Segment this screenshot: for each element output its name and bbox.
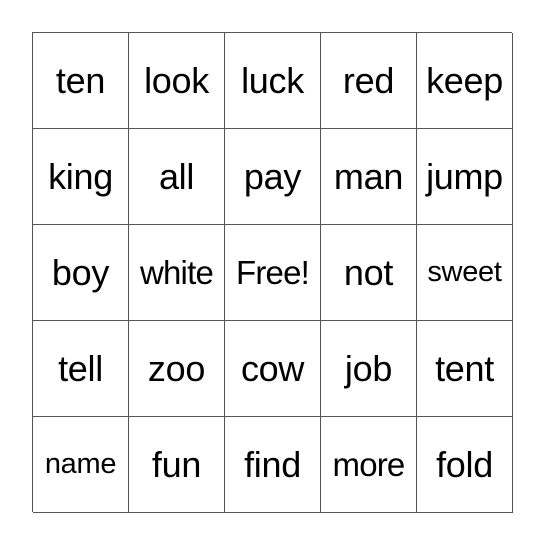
bingo-cell[interactable]: look — [129, 33, 225, 129]
bingo-cell[interactable]: jump — [417, 129, 513, 225]
bingo-cell[interactable]: boy — [33, 225, 129, 321]
bingo-cell[interactable]: red — [321, 33, 417, 129]
bingo-cell[interactable]: tent — [417, 321, 513, 417]
bingo-cell[interactable]: man — [321, 129, 417, 225]
bingo-cell[interactable]: name — [33, 417, 129, 513]
bingo-cell[interactable]: ten — [33, 33, 129, 129]
bingo-cell[interactable]: not — [321, 225, 417, 321]
bingo-cell[interactable]: find — [225, 417, 321, 513]
bingo-cell[interactable]: zoo — [129, 321, 225, 417]
bingo-cell[interactable]: keep — [417, 33, 513, 129]
bingo-cell[interactable]: cow — [225, 321, 321, 417]
bingo-cell[interactable]: tell — [33, 321, 129, 417]
bingo-cell[interactable]: fun — [129, 417, 225, 513]
bingo-cell[interactable]: fold — [417, 417, 513, 513]
bingo-cell[interactable]: more — [321, 417, 417, 513]
bingo-cell[interactable]: king — [33, 129, 129, 225]
free-space-cell[interactable]: Free! — [225, 225, 321, 321]
bingo-cell[interactable]: sweet — [417, 225, 513, 321]
bingo-cell[interactable]: luck — [225, 33, 321, 129]
bingo-cell[interactable]: all — [129, 129, 225, 225]
bingo-card: ten look luck red keep king all pay man … — [32, 32, 513, 513]
bingo-cell[interactable]: white — [129, 225, 225, 321]
bingo-cell[interactable]: pay — [225, 129, 321, 225]
bingo-cell[interactable]: job — [321, 321, 417, 417]
